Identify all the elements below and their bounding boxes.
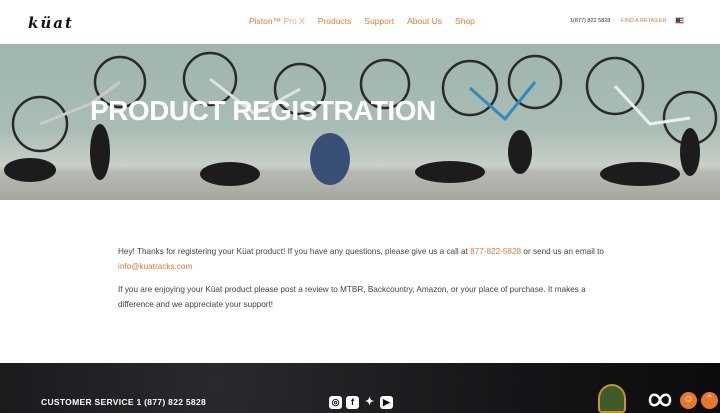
header-phone[interactable]: 1(877) 822 5828 [570, 18, 610, 24]
customer-service-text: CUSTOMER SERVICE 1 (877) 822 5828 [41, 397, 207, 407]
nav-item-support[interactable]: Support [364, 16, 394, 26]
infinity-badge-icon [648, 393, 672, 407]
email-link[interactable]: info@kuatracks.com [118, 262, 192, 271]
hero-banner: PRODUCT REGISTRATION [0, 44, 720, 200]
main-nav: Piston™ Pro X Products Support About Us … [249, 16, 488, 26]
nav-item-shop[interactable]: Shop [455, 16, 475, 26]
nav-item-piston[interactable]: Piston™ Pro X [249, 16, 305, 26]
intro-text: Hey! Thanks for registering your Küat pr… [118, 247, 471, 256]
page-title: PRODUCT REGISTRATION [90, 95, 436, 126]
facebook-icon[interactable]: f [346, 396, 359, 409]
kuat-logo[interactable]: küat [28, 14, 74, 32]
award-badge-icon [598, 384, 626, 413]
nav-piston-sub: Pro X [281, 16, 305, 26]
nav-piston-label: Piston™ [249, 16, 282, 26]
social-links: ◎ f ✦ ▶ [329, 396, 393, 409]
review-paragraph: If you are enjoying your Küat product pl… [118, 285, 586, 309]
nav-item-about-us[interactable]: About Us [407, 16, 442, 26]
nav-item-products[interactable]: Products [318, 16, 352, 26]
back-to-top-icon[interactable]: ⌃ [701, 392, 718, 409]
youtube-icon[interactable]: ▶ [380, 396, 393, 409]
intro-paragraph: Hey! Thanks for registering your Küat pr… [118, 244, 608, 274]
registration-message: Hey! Thanks for registering your Küat pr… [118, 244, 608, 320]
find-retailer-link[interactable]: FIND A RETAILER [621, 18, 666, 24]
us-flag-icon[interactable] [675, 17, 684, 24]
accessibility-icon[interactable]: ☺ [680, 392, 697, 409]
instagram-icon[interactable]: ◎ [329, 396, 342, 409]
twitter-icon[interactable]: ✦ [363, 396, 376, 409]
site-header: küat Piston™ Pro X Products Support Abou… [0, 0, 720, 44]
phone-link[interactable]: 877-822-5828 [470, 247, 521, 256]
intro-mid-text: or send us an email to [521, 247, 604, 256]
